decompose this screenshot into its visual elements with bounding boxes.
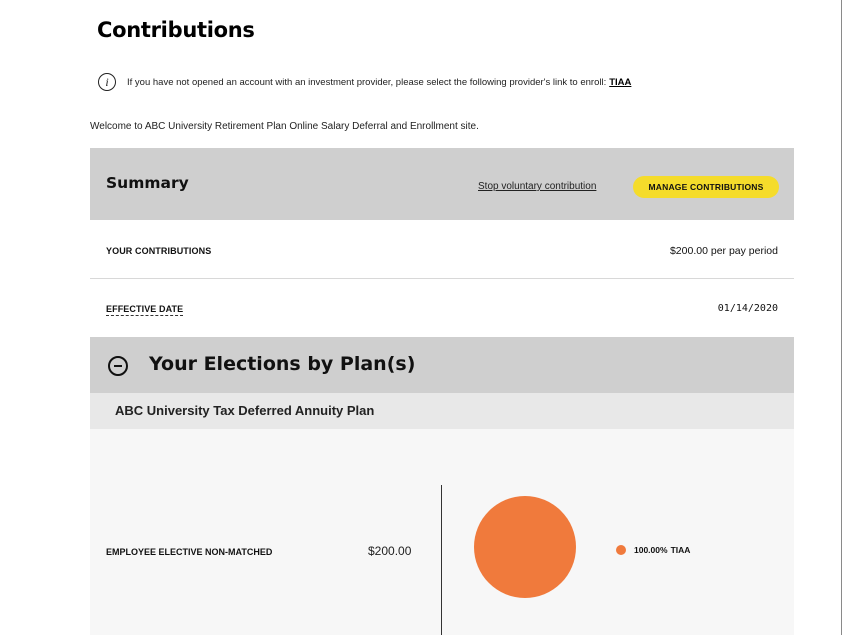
info-icon: i [98, 73, 116, 91]
effective-date-label[interactable]: EFFECTIVE DATE [106, 304, 184, 316]
notice-text: If you have not opened an account with a… [127, 76, 607, 88]
plan-title: ABC University Tax Deferred Annuity Plan [115, 403, 375, 418]
stop-voluntary-contribution-link[interactable]: Stop voluntary contribution [478, 181, 596, 192]
page-title: Contributions [97, 18, 255, 42]
elections-header: Your Elections by Plan(s) [90, 337, 794, 393]
plan-header: ABC University Tax Deferred Annuity Plan [90, 393, 794, 429]
tiaa-enroll-link[interactable]: TIAA [609, 77, 631, 88]
contributions-amount: $200.00 [669, 245, 708, 257]
manage-contributions-button[interactable]: MANAGE CONTRIBUTIONS [633, 176, 779, 198]
pie-legend: 100.00% TIAA [616, 545, 690, 555]
minus-circle-icon[interactable] [108, 356, 128, 376]
pie-slice-tiaa [474, 496, 576, 598]
legend-swatch [616, 545, 626, 555]
your-contributions-label: YOUR CONTRIBUTIONS [106, 246, 212, 256]
welcome-text: Welcome to ABC University Retirement Pla… [90, 121, 479, 132]
summary-header: Summary Stop voluntary contribution MANA… [90, 148, 794, 220]
vertical-divider [441, 485, 442, 635]
contributions-unit: per pay period [710, 245, 778, 257]
elections-title: Your Elections by Plan(s) [149, 353, 416, 375]
your-contributions-row: YOUR CONTRIBUTIONS $200.00 per pay perio… [90, 220, 794, 279]
source-label: EMPLOYEE ELECTIVE NON-MATCHED [106, 547, 273, 557]
source-amount: $200.00 [368, 544, 412, 558]
plan-body: EMPLOYEE ELECTIVE NON-MATCHED $200.00 10… [90, 429, 794, 635]
allocation-pie-chart [474, 496, 576, 598]
effective-date-row: EFFECTIVE DATE 01/14/2020 [90, 279, 794, 336]
legend-label: TIAA [670, 545, 691, 555]
window-border [841, 0, 842, 635]
enroll-notice: i If you have not opened an account with… [98, 70, 631, 94]
effective-date-value: 01/14/2020 [717, 303, 778, 314]
legend-percent: 100.00% [634, 545, 668, 555]
your-contributions-value: $200.00 per pay period [670, 245, 778, 257]
summary-title: Summary [106, 174, 189, 192]
